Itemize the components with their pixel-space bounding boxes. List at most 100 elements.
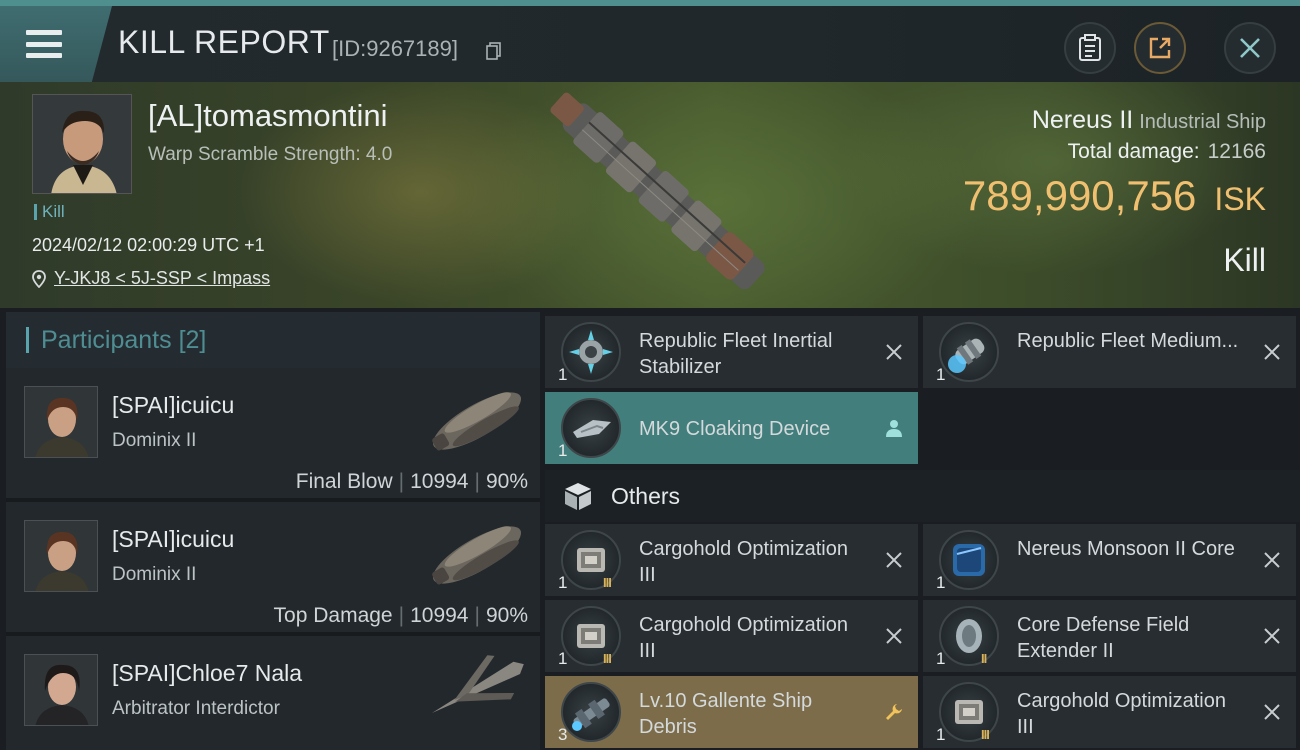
menu-button[interactable]	[0, 6, 112, 82]
participant-row[interactable]: [SPAI]icuicu Dominix II Top Damage | 10994…	[6, 502, 540, 636]
participant-percent: 90%	[485, 470, 528, 493]
participant-ship: Dominix II	[112, 564, 197, 585]
destroyed-icon	[1264, 552, 1280, 568]
item-slot[interactable]: 1 III Cargohold Optimization III	[545, 524, 918, 596]
victim-name[interactable]: [AL]tomasmontini	[148, 98, 388, 134]
item-tier: III	[603, 651, 612, 666]
total-damage: Total damage: 12166	[1068, 140, 1266, 164]
ship-name: Nereus II	[1031, 106, 1134, 134]
cube-icon	[565, 483, 591, 510]
wrench-icon	[886, 704, 902, 720]
ship-core-icon	[939, 530, 999, 590]
item-slot[interactable]: 1 Republic Fleet Inertial Stabilizer	[545, 316, 918, 388]
participants-title: Participants	[41, 325, 172, 354]
person-icon	[886, 420, 902, 437]
victim-portrait[interactable]	[32, 94, 132, 194]
isk-value: 789,990,756 ISK	[963, 172, 1266, 220]
participant-damage: 10994	[410, 470, 469, 493]
item-slot[interactable]: 1 MK9 Cloaking Device	[545, 392, 918, 464]
report-id: [ID:9267189]	[332, 36, 458, 61]
ship-debris-icon	[561, 682, 621, 742]
destroyed-icon	[1264, 704, 1280, 720]
participant-name: [SPAI]Chloe7 Nala	[112, 660, 303, 686]
item-name: Core Defense Field Extender II	[1017, 614, 1190, 662]
participant-row[interactable]: [SPAI]icuicu Dominix II Final Blow | 10994…	[6, 368, 540, 502]
page-title: KILL REPORT	[118, 24, 330, 60]
item-quantity: 1	[936, 573, 946, 592]
participant-ship-image	[432, 526, 522, 585]
item-name: Republic Fleet Inertial Stabilizer	[639, 330, 833, 378]
item-tier: III	[603, 575, 612, 590]
item-quantity: 1	[558, 365, 568, 384]
items-panel: 1 Republic Fleet Inertial Stabilizer 1 R…	[545, 316, 1300, 750]
report-button[interactable]	[1064, 22, 1116, 74]
item-name: Cargohold Optimization III	[639, 614, 848, 662]
total-damage-label: Total damage:	[1067, 140, 1200, 163]
item-slot[interactable]: 3 Lv.10 Gallente Ship Debris	[545, 676, 918, 748]
warp-scramble-strength: Warp Scramble Strength: 4.0	[148, 144, 393, 165]
victim-ship-image	[550, 92, 765, 290]
isk-amount: 789,990,756	[962, 172, 1197, 219]
participant-ship-image	[432, 392, 522, 451]
item-name: Nereus Monsoon II Core	[1017, 538, 1235, 560]
cargohold-optimization-icon	[939, 682, 999, 742]
location-pin-icon	[32, 269, 46, 288]
inertial-stabilizer-icon	[561, 322, 621, 382]
isk-unit: ISK	[1214, 181, 1266, 217]
participants-header: Participants [2]	[6, 312, 540, 368]
participant-percent: 90%	[485, 604, 528, 627]
item-slot[interactable]: 1 Republic Fleet Medium...	[923, 316, 1296, 388]
participant-role: Top Damage	[273, 604, 393, 627]
ship-class: Industrial Ship	[1139, 111, 1266, 133]
participant-row[interactable]: i [SPAI]Chloe7 Nala Arbitrator Interdict…	[6, 636, 540, 750]
participant-name: [SPAI]icuicu	[112, 392, 235, 418]
item-quantity: 1	[558, 649, 568, 668]
close-button[interactable]	[1224, 22, 1276, 74]
participant-ship: Arbitrator Interdictor	[112, 698, 280, 719]
kill-location-link[interactable]: Y-JKJ8 < 5J-SSP < Impass	[32, 268, 270, 289]
menu-icon	[26, 30, 62, 58]
item-name: MK9 Cloaking Device	[639, 418, 831, 440]
item-name: Republic Fleet Medium...	[1017, 330, 1239, 352]
item-quantity: 1	[936, 725, 946, 744]
participant-avatar[interactable]	[24, 520, 98, 592]
intel-badge: i	[93, 725, 98, 726]
participants-count: [2]	[178, 325, 207, 354]
shield-extender-icon	[939, 606, 999, 666]
participant-avatar[interactable]	[24, 386, 98, 458]
item-tier: II	[981, 651, 987, 666]
destroyed-icon	[886, 344, 902, 360]
destroyed-icon	[1264, 344, 1280, 360]
item-quantity: 1	[936, 649, 946, 668]
item-name: Cargohold Optimization III	[1017, 690, 1226, 738]
cargohold-optimization-icon	[561, 530, 621, 590]
item-slot[interactable]: 1 III Cargohold Optimization III	[545, 600, 918, 672]
participant-stats: Final Blow | 10994 | 90%	[295, 470, 528, 493]
item-name: Cargohold Optimization III	[639, 538, 848, 586]
item-quantity: 1	[558, 573, 568, 592]
item-quantity: 1	[936, 365, 946, 384]
item-tier: III	[981, 727, 990, 742]
copy-icon[interactable]	[486, 42, 502, 60]
destroyed-icon	[886, 628, 902, 644]
item-slot[interactable]: 1 III Cargohold Optimization III	[923, 676, 1296, 748]
participant-ship: Dominix II	[112, 430, 197, 451]
others-label: Others	[611, 482, 681, 509]
item-slot[interactable]: 1 Nereus Monsoon II Core	[923, 524, 1296, 596]
close-icon	[1240, 38, 1260, 58]
destroyed-icon	[886, 552, 902, 568]
victim-ship[interactable]: Nereus II Industrial Ship	[1032, 106, 1266, 135]
item-slot[interactable]: 1 II Core Defense Field Extender II	[923, 600, 1296, 672]
victim-panel: [AL]tomasmontini Warp Scramble Strength:…	[0, 82, 1300, 308]
item-quantity: 3	[558, 725, 568, 744]
participant-ship-image	[431, 655, 524, 713]
share-button[interactable]	[1134, 22, 1186, 74]
participant-name: [SPAI]icuicu	[112, 526, 235, 552]
item-name: Lv.10 Gallente Ship Debris	[639, 690, 813, 738]
shield-booster-icon	[939, 322, 999, 382]
participant-avatar[interactable]: i	[24, 654, 98, 726]
total-damage-value: 12166	[1207, 140, 1266, 163]
header-bar: KILL REPORT [ID:9267189]	[0, 0, 1300, 82]
item-quantity: 1	[558, 441, 568, 460]
participant-stats: Top Damage | 10994 | 90%	[273, 604, 528, 627]
